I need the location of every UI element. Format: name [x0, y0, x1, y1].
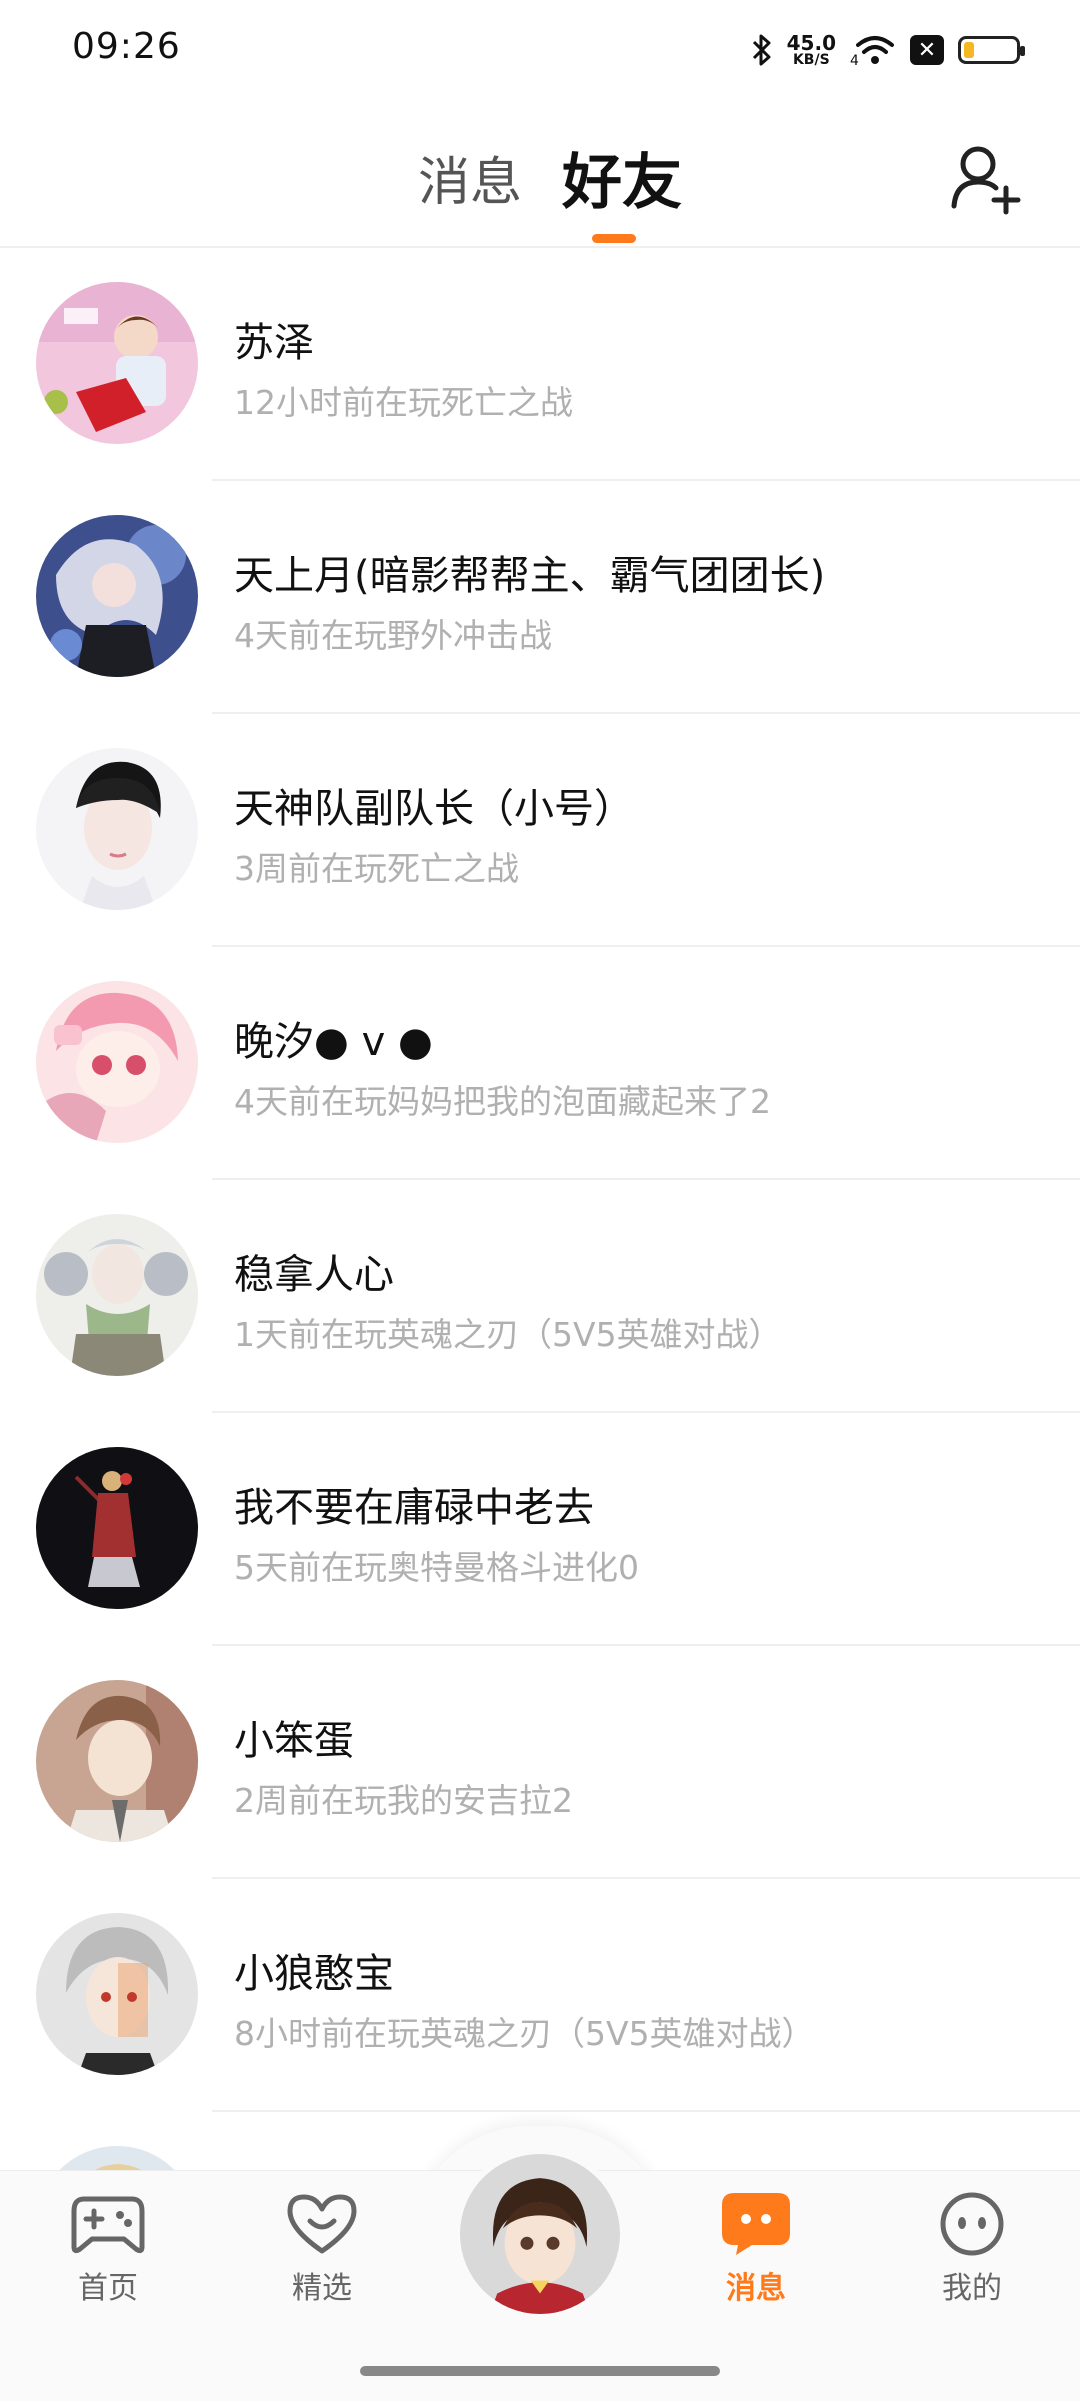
- friend-name: 晚汐● v ●: [234, 1019, 433, 1065]
- avatar[interactable]: [36, 1913, 198, 2075]
- nav-messages[interactable]: 消息: [686, 2191, 826, 2307]
- status-bar: 09:26 45.0 KB/S 4 ✕: [0, 0, 1080, 96]
- active-tab-indicator: [592, 234, 636, 243]
- friend-status: 12小时前在玩死亡之战: [234, 383, 573, 422]
- friend-name: 天上月(暗影帮帮主、霸气团团长): [234, 553, 826, 599]
- avatar[interactable]: [36, 282, 198, 444]
- nav-home[interactable]: 首页: [38, 2191, 178, 2307]
- friend-item[interactable]: 小笨蛋 2周前在玩我的安吉拉2: [0, 1646, 1080, 1879]
- friend-status: 2周前在玩我的安吉拉2: [234, 1781, 573, 1820]
- battery-icon: [958, 36, 1025, 64]
- friend-status: 3周前在玩死亡之战: [234, 849, 519, 888]
- friend-item[interactable]: 我不要在庸碌中老去 5天前在玩奥特曼格斗进化0: [0, 1413, 1080, 1646]
- home-indicator[interactable]: [360, 2366, 720, 2376]
- status-icons: 45.0 KB/S 4 ✕: [751, 26, 1025, 74]
- net-speed-unit: KB/S: [792, 52, 830, 68]
- nav-label: 消息: [726, 2271, 786, 2306]
- friend-name: 稳拿人心: [234, 1252, 394, 1298]
- avatar[interactable]: [36, 1214, 198, 1376]
- friend-item[interactable]: 稳拿人心 1天前在玩英魂之刃（5V5英雄对战）: [0, 1180, 1080, 1413]
- nav-label: 精选: [292, 2271, 352, 2306]
- nav-mine[interactable]: 我的: [902, 2191, 1042, 2307]
- avatar[interactable]: [36, 1447, 198, 1609]
- net-speed: 45.0 KB/S: [787, 33, 836, 67]
- net-speed-value: 45.0: [786, 31, 836, 55]
- friend-name: 我不要在庸碌中老去: [234, 1485, 594, 1531]
- tab-friends[interactable]: 好友: [562, 134, 682, 221]
- friend-name: 天神队副队长（小号）: [234, 786, 634, 832]
- friend-status: 1天前在玩英魂之刃（5V5英雄对战）: [234, 1315, 782, 1354]
- status-time: 09:26: [72, 26, 181, 67]
- face-icon: [940, 2192, 1004, 2256]
- friend-status: 5天前在玩奥特曼格斗进化0: [234, 1548, 639, 1587]
- battery-fill: [964, 42, 974, 58]
- avatar[interactable]: [36, 981, 198, 1143]
- friend-name: 小狼憨宝: [234, 1951, 394, 1997]
- add-user-icon[interactable]: [948, 140, 1024, 216]
- friend-status: 4天前在玩野外冲击战: [234, 616, 552, 655]
- svg-text:4: 4: [850, 53, 859, 67]
- friend-item[interactable]: 晚汐● v ● 4天前在玩妈妈把我的泡面藏起来了2: [0, 947, 1080, 1180]
- friend-name: 苏泽: [234, 320, 314, 366]
- friend-item[interactable]: 天上月(暗影帮帮主、霸气团团长) 4天前在玩野外冲击战: [0, 481, 1080, 714]
- header: 消息 好友: [0, 96, 1080, 248]
- avatar[interactable]: [36, 748, 198, 910]
- nav-label: 我的: [942, 2271, 1002, 2306]
- friend-item[interactable]: 苏泽 12小时前在玩死亡之战: [0, 248, 1080, 481]
- tab-messages[interactable]: 消息: [418, 140, 522, 215]
- friend-list: 苏泽 12小时前在玩死亡之战 天上月(暗影帮帮主、霸气团团长) 4天前在玩野外冲…: [0, 248, 1080, 2345]
- friend-item[interactable]: 小狼憨宝 8小时前在玩英魂之刃（5V5英雄对战）: [0, 1879, 1080, 2112]
- friend-item[interactable]: 天神队副队长（小号） 3周前在玩死亡之战: [0, 714, 1080, 947]
- sim-blocked-icon: ✕: [910, 35, 944, 65]
- bluetooth-icon: [752, 34, 771, 66]
- chat-icon: [722, 2193, 790, 2255]
- friend-status: 8小时前在玩英魂之刃（5V5英雄对战）: [234, 2014, 815, 2053]
- wifi-icon: 4: [850, 36, 894, 67]
- avatar[interactable]: [36, 515, 198, 677]
- gamepad-icon: [71, 2196, 145, 2254]
- heart-icon: [287, 2194, 357, 2254]
- nav-label: 首页: [78, 2271, 138, 2306]
- character-avatar[interactable]: [454, 2148, 626, 2320]
- friend-name: 小笨蛋: [234, 1718, 354, 1764]
- avatar[interactable]: [36, 1680, 198, 1842]
- nav-featured[interactable]: 精选: [252, 2191, 392, 2307]
- friend-status: 4天前在玩妈妈把我的泡面藏起来了2: [234, 1082, 771, 1121]
